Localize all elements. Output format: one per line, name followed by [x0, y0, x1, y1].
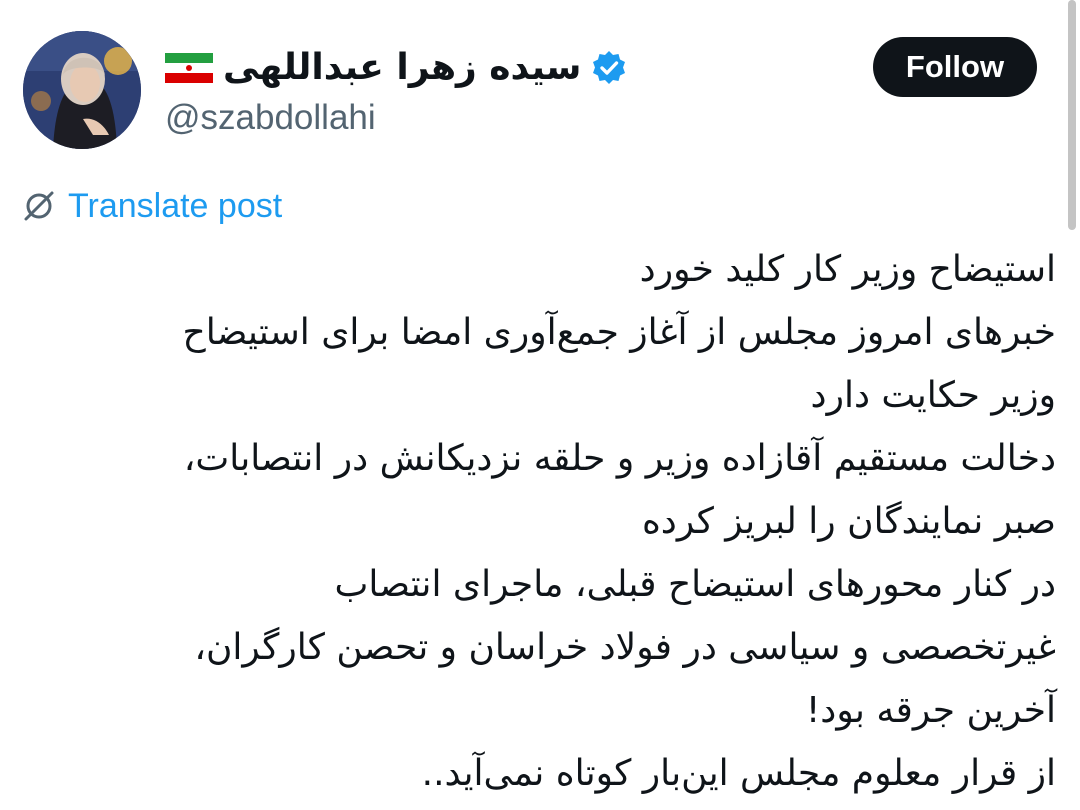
author-display-name[interactable]: سیده زهرا عبداللهی [223, 42, 581, 94]
scrollbar[interactable] [1068, 0, 1076, 230]
iran-flag-icon [165, 53, 213, 83]
translate-post-label[interactable]: Translate post [68, 184, 282, 228]
post-text: استیضاح وزیر کار کلید خورد خبرهای امروز … [16, 238, 1056, 805]
post-line: دخالت مستقیم آقازاده وزیر و حلقه نزدیکان… [183, 438, 1056, 479]
avatar-photo [23, 31, 141, 149]
verified-badge-icon[interactable] [591, 50, 627, 86]
post-line: از قرار معلوم مجلس این‌بار کوتاه نمی‌آید… [421, 753, 1056, 794]
post-line: آخرین جرقه بود! [805, 690, 1056, 731]
translate-post-link[interactable]: Translate post [22, 184, 282, 228]
post-line: در کنار محورهای استیضاح قبلی، ماجرای انت… [334, 564, 1056, 605]
author-handle[interactable]: @szabdollahi [165, 96, 376, 140]
translate-globe-icon [24, 191, 54, 221]
post-line: استیضاح وزیر کار کلید خورد [639, 249, 1056, 290]
avatar[interactable] [23, 31, 141, 149]
post-line: وزیر حکایت دارد [810, 375, 1056, 416]
follow-button[interactable]: Follow [873, 37, 1037, 97]
post-line: خبرهای امروز مجلس از آغاز جمع‌آوری امضا … [182, 312, 1056, 353]
post-line: صبر نمایندگان را لبریز کرده [641, 501, 1056, 542]
author-name-row[interactable]: سیده زهرا عبداللهی [165, 42, 627, 94]
post-line: غیرتخصصی و سیاسی در فولاد خراسان و تحصن … [194, 627, 1056, 668]
